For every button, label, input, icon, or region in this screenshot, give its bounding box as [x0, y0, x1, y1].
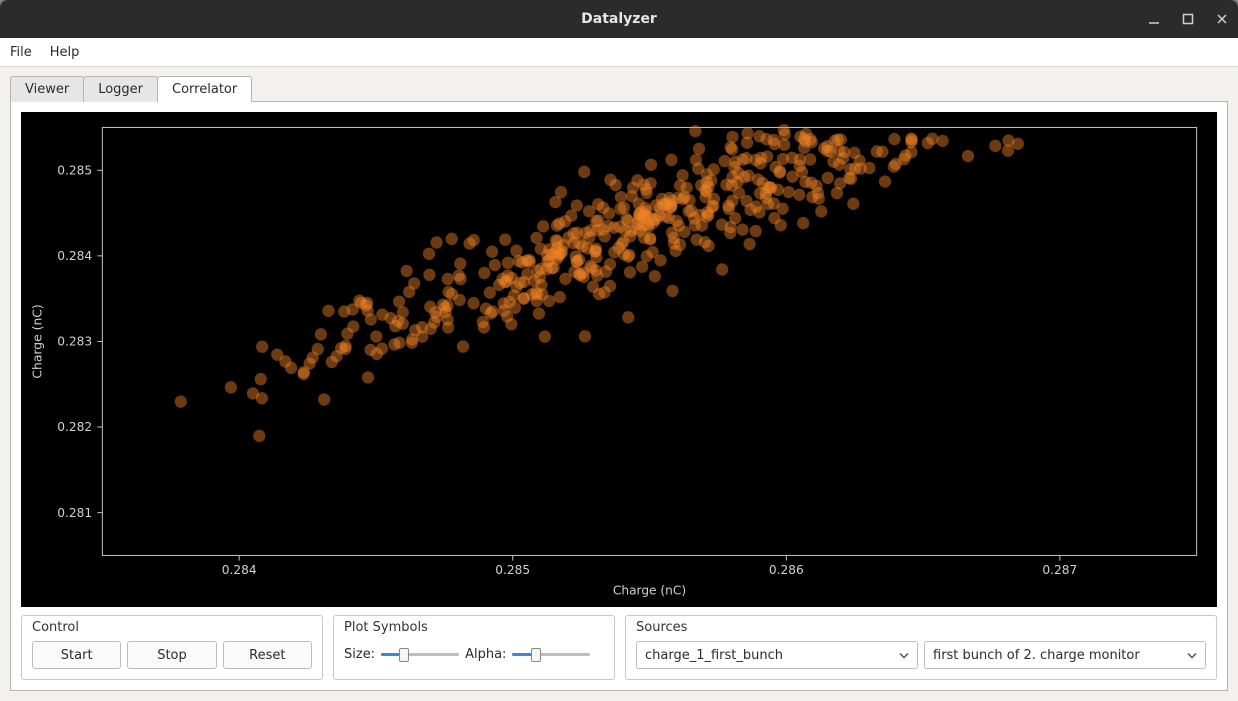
alpha-label: Alpha: [465, 647, 506, 662]
alpha-slider[interactable] [512, 647, 590, 661]
controls-row: Control Start Stop Reset Plot Symbols Si… [21, 615, 1217, 680]
titlebar: Datalyzer [0, 0, 1238, 38]
svg-text:0.285: 0.285 [495, 563, 530, 577]
svg-text:Charge (nC): Charge (nC) [613, 584, 686, 598]
svg-text:0.281: 0.281 [57, 506, 92, 520]
tab-content: 0.284 0.285 0.286 0.287 0.281 0.282 0.283 0.284… [10, 101, 1228, 691]
size-label: Size: [344, 647, 375, 662]
menu-file[interactable]: File [10, 45, 32, 60]
size-slider[interactable] [381, 647, 459, 661]
group-plot-symbols: Plot Symbols Size: Alpha: [333, 615, 615, 680]
window-controls [1146, 0, 1230, 38]
tabbar: Viewer Logger Correlator [0, 67, 1238, 101]
source-x-value: charge_1_first_bunch [645, 648, 783, 663]
scatter-plot[interactable]: 0.284 0.285 0.286 0.287 0.281 0.282 0.283 0.284… [21, 112, 1217, 607]
svg-text:Charge (nC): Charge (nC) [30, 304, 44, 378]
svg-text:0.285: 0.285 [57, 163, 92, 177]
group-control: Control Start Stop Reset [21, 615, 323, 680]
tab-viewer[interactable]: Viewer [10, 76, 84, 102]
group-sources-title: Sources [636, 620, 1206, 635]
reset-button[interactable]: Reset [223, 641, 312, 669]
start-button[interactable]: Start [32, 641, 121, 669]
window-title: Datalyzer [581, 11, 657, 27]
svg-text:0.284: 0.284 [57, 249, 92, 263]
source-y-value: first bunch of 2. charge monitor [933, 648, 1140, 663]
stop-button[interactable]: Stop [127, 641, 216, 669]
group-plot-symbols-title: Plot Symbols [344, 620, 604, 635]
maximize-icon[interactable] [1180, 11, 1196, 27]
tab-logger[interactable]: Logger [83, 76, 158, 102]
source-x-select[interactable]: charge_1_first_bunch [636, 641, 918, 669]
chevron-down-icon [899, 648, 909, 663]
svg-text:0.287: 0.287 [1042, 563, 1077, 577]
source-y-select[interactable]: first bunch of 2. charge monitor [924, 641, 1206, 669]
svg-text:0.283: 0.283 [57, 335, 92, 349]
menubar: File Help [0, 38, 1238, 67]
minimize-icon[interactable] [1146, 11, 1162, 27]
menu-help[interactable]: Help [50, 45, 80, 60]
tab-correlator[interactable]: Correlator [157, 76, 252, 102]
svg-text:0.286: 0.286 [769, 563, 804, 577]
svg-text:0.282: 0.282 [57, 420, 92, 434]
group-control-title: Control [32, 620, 312, 635]
app-window: Datalyzer File Help Viewer Logger Correl… [0, 0, 1238, 701]
svg-text:0.284: 0.284 [222, 563, 257, 577]
group-sources: Sources charge_1_first_bunch first bunch… [625, 615, 1217, 680]
close-icon[interactable] [1214, 11, 1230, 27]
chevron-down-icon [1187, 648, 1197, 663]
